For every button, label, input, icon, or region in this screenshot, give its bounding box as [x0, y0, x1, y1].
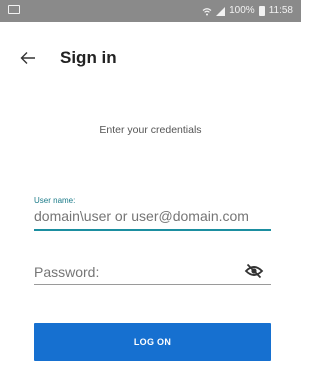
username-label: User name:: [34, 196, 76, 205]
arrow-left-icon: [20, 52, 35, 64]
password-underline: [34, 284, 271, 285]
log-on-button[interactable]: LOG ON: [34, 323, 271, 361]
back-button[interactable]: [16, 46, 40, 70]
password-input[interactable]: [34, 261, 244, 283]
notification-icon: [8, 5, 20, 14]
battery-icon: [258, 6, 265, 16]
username-input[interactable]: [34, 205, 271, 227]
clock: 11:58: [268, 5, 293, 16]
signal-icon: [216, 6, 226, 16]
eye-off-icon[interactable]: [244, 262, 264, 280]
username-underline: [34, 229, 271, 231]
battery-percent: 100%: [229, 5, 255, 16]
app-bar: Sign in: [0, 40, 301, 76]
status-bar: 100% 11:58: [0, 0, 301, 22]
wifi-icon: [202, 7, 212, 15]
instruction-text: Enter your credentials: [99, 124, 202, 136]
page-title: Sign in: [60, 48, 117, 67]
status-icons: 100% 11:58: [202, 4, 293, 18]
